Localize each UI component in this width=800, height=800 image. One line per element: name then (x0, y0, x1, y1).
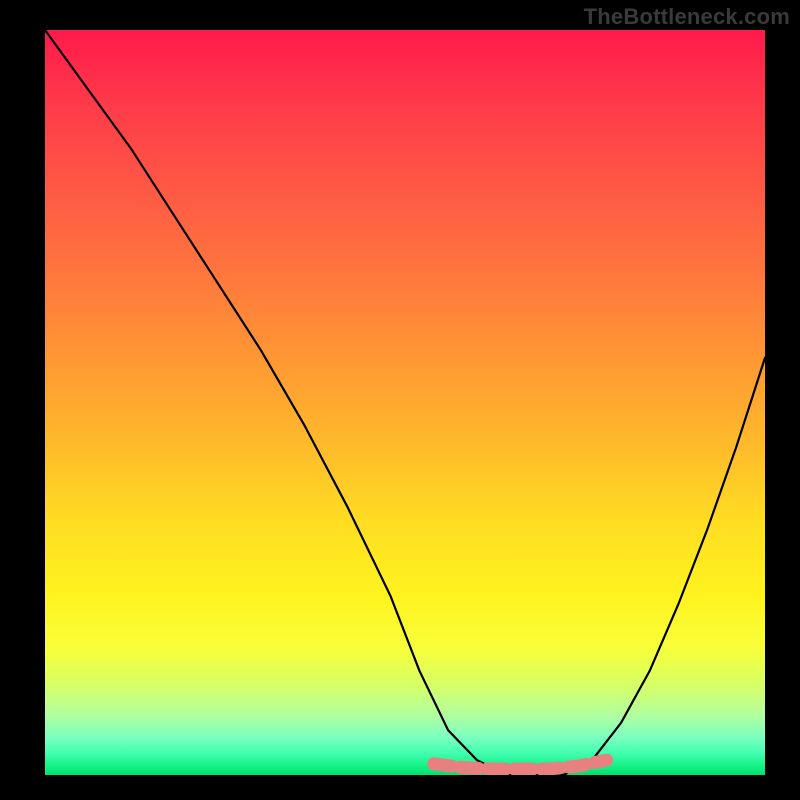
flat-band (434, 760, 607, 769)
plot-area (45, 30, 765, 775)
bottleneck-curve (45, 30, 765, 775)
curve-layer (45, 30, 765, 775)
watermark-text: TheBottleneck.com (584, 4, 790, 30)
chart-frame: TheBottleneck.com (0, 0, 800, 800)
